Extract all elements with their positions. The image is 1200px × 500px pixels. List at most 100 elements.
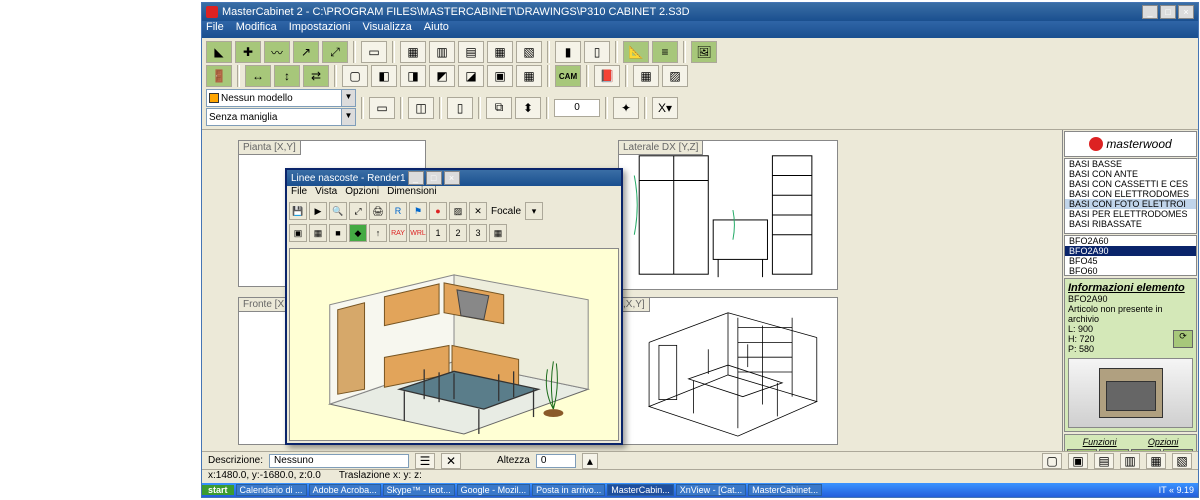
tool-arrow-icon[interactable]: ↗: [293, 41, 319, 63]
render-shade-green-icon[interactable]: ◆: [349, 224, 367, 242]
category-list[interactable]: BASI BASSE BASI CON ANTE BASI CON CASSET…: [1064, 158, 1197, 234]
render-up-icon[interactable]: ↑: [369, 224, 387, 242]
render-min-button[interactable]: _: [408, 171, 424, 185]
render-save-icon[interactable]: 💾: [289, 202, 307, 220]
render-preset-3[interactable]: 3: [469, 224, 487, 242]
render-close-button[interactable]: ×: [444, 171, 460, 185]
menu-visualizza[interactable]: Visualizza: [362, 21, 411, 38]
tool-measure-icon[interactable]: 📐: [623, 41, 649, 63]
tool-book-icon[interactable]: 📕: [594, 65, 620, 87]
desc-btn-2[interactable]: ✕: [441, 453, 461, 469]
start-button[interactable]: start: [202, 485, 234, 495]
render-preset-2[interactable]: 2: [449, 224, 467, 242]
viewport-iso[interactable]: ,X,Y]: [618, 297, 838, 445]
render-canvas[interactable]: [289, 248, 619, 441]
render-menu-vista[interactable]: Vista: [315, 186, 337, 200]
cat-item[interactable]: BASI CON ELETTRODOMES: [1065, 189, 1196, 199]
taskbar-item[interactable]: Adobe Acroba...: [309, 484, 381, 496]
render-fit-icon[interactable]: ⤢: [349, 202, 367, 220]
part-item-selected[interactable]: BFO2A90: [1065, 246, 1196, 256]
desc-btn-1[interactable]: ☰: [415, 453, 435, 469]
close-button[interactable]: ×: [1178, 5, 1194, 19]
menu-aiuto[interactable]: Aiuto: [424, 21, 449, 38]
menu-file[interactable]: File: [206, 21, 224, 38]
cat-item[interactable]: BASI PER ELETTRODOMES: [1065, 209, 1196, 219]
cam-button[interactable]: CAM: [555, 65, 581, 87]
tool-prop-2-icon[interactable]: ▥: [429, 41, 455, 63]
tool-swap-icon[interactable]: ⇄: [303, 65, 329, 87]
render-record-icon[interactable]: ●: [429, 202, 447, 220]
tool-move-icon[interactable]: ↔: [245, 65, 271, 87]
render-axis-icon[interactable]: ✕: [469, 202, 487, 220]
part-item[interactable]: BFO60: [1065, 266, 1196, 276]
tool-col-1-icon[interactable]: ▮: [555, 41, 581, 63]
taskbar-item[interactable]: Skype™ - leot...: [383, 484, 455, 496]
render-cube-icon[interactable]: ▣: [289, 224, 307, 242]
render-ray-button[interactable]: RAY: [389, 224, 407, 242]
render-grid-icon[interactable]: ▦: [489, 224, 507, 242]
part-item[interactable]: BFO45: [1065, 256, 1196, 266]
tool-col-2-icon[interactable]: ▯: [584, 41, 610, 63]
taskbar-item[interactable]: Calendario di ...: [236, 484, 307, 496]
alt-stepper[interactable]: ▴: [582, 453, 598, 469]
taskbar-item[interactable]: Google - Mozil...: [457, 484, 531, 496]
menubar[interactable]: File Modifica Impostazioni Visualizza Ai…: [202, 21, 1198, 38]
chevron-down-icon[interactable]: ▼: [341, 90, 355, 106]
tool-picture-icon[interactable]: 🖼: [691, 41, 717, 63]
bb-1[interactable]: ▢: [1042, 453, 1062, 469]
minimize-button[interactable]: _: [1142, 5, 1158, 19]
maximize-button[interactable]: □: [1160, 5, 1176, 19]
render-print-icon[interactable]: 🖨: [369, 202, 387, 220]
tool-s2-icon[interactable]: ◫: [408, 97, 434, 119]
tool-door-icon[interactable]: 🚪: [206, 65, 232, 87]
render-shade-icon[interactable]: ▨: [449, 202, 467, 220]
render-run-icon[interactable]: ▶: [309, 202, 327, 220]
taskbar-item-active[interactable]: MasterCabin...: [607, 484, 674, 496]
bb-4[interactable]: ▥: [1120, 453, 1140, 469]
render-menu-file[interactable]: File: [291, 186, 307, 200]
render-zoom-icon[interactable]: 🔍: [329, 202, 347, 220]
tool-g3-icon[interactable]: ◨: [400, 65, 426, 87]
tool-g6-icon[interactable]: ▣: [487, 65, 513, 87]
tool-list-icon[interactable]: ≡: [652, 41, 678, 63]
render-titlebar[interactable]: Linee nascoste - Render1 _ □ ×: [287, 170, 621, 186]
cat-item[interactable]: BASI BASSE: [1065, 159, 1196, 169]
tool-prop-3-icon[interactable]: ▤: [458, 41, 484, 63]
tray[interactable]: IT « 9.19: [1159, 485, 1194, 495]
render-preset-1[interactable]: 1: [429, 224, 447, 242]
part-item[interactable]: BFO2A60: [1065, 236, 1196, 246]
alt-field[interactable]: 0: [536, 454, 576, 468]
taskbar-item[interactable]: Posta in arrivo...: [532, 484, 605, 496]
titlebar[interactable]: MasterCabinet 2 - C:\PROGRAM FILES\MASTE…: [202, 3, 1198, 21]
render-flag-l-icon[interactable]: ⚑: [409, 202, 427, 220]
render-wire-icon[interactable]: ▦: [309, 224, 327, 242]
tool-zoom-icon[interactable]: ⤢: [322, 41, 348, 63]
desc-field[interactable]: Nessuno: [269, 454, 409, 468]
viewport-side[interactable]: Laterale DX [Y,Z]: [618, 140, 838, 290]
tool-x-icon[interactable]: X▾: [652, 97, 678, 119]
tool-prop-4-icon[interactable]: ▦: [487, 41, 513, 63]
render-menubar[interactable]: File Vista Opzioni Dimensioni: [287, 186, 621, 200]
tool-updown-icon[interactable]: ↕: [274, 65, 300, 87]
bb-2[interactable]: ▣: [1068, 453, 1088, 469]
taskbar-item[interactable]: XnView - [Cat...: [676, 484, 746, 496]
render-max-button[interactable]: □: [426, 171, 442, 185]
render-solid-icon[interactable]: ■: [329, 224, 347, 242]
taskbar[interactable]: start Calendario di ... Adobe Acroba... …: [202, 483, 1198, 497]
menu-modifica[interactable]: Modifica: [236, 21, 277, 38]
cat-item[interactable]: BASI CON ANTE: [1065, 169, 1196, 179]
info-action-icon[interactable]: ⟳: [1173, 330, 1193, 348]
menu-impostazioni[interactable]: Impostazioni: [289, 21, 351, 38]
tray-lang[interactable]: IT: [1159, 485, 1167, 495]
tool-g4-icon[interactable]: ◩: [429, 65, 455, 87]
render-wrl-button[interactable]: WRL: [409, 224, 427, 242]
num-field[interactable]: [554, 99, 600, 117]
tool-g2-icon[interactable]: ◧: [371, 65, 397, 87]
tool-magic-icon[interactable]: ✦: [613, 97, 639, 119]
tool-s1-icon[interactable]: ▭: [369, 97, 395, 119]
part-list[interactable]: BFO2A60 BFO2A90 BFO45 BFO60 BFO90 BLA50 …: [1064, 235, 1197, 276]
render-focale-dropdown[interactable]: ▾: [525, 202, 543, 220]
bb-5[interactable]: ▦: [1146, 453, 1166, 469]
handle-combo[interactable]: Senza maniglia ▼: [206, 108, 356, 126]
tool-prop-5-icon[interactable]: ▧: [516, 41, 542, 63]
